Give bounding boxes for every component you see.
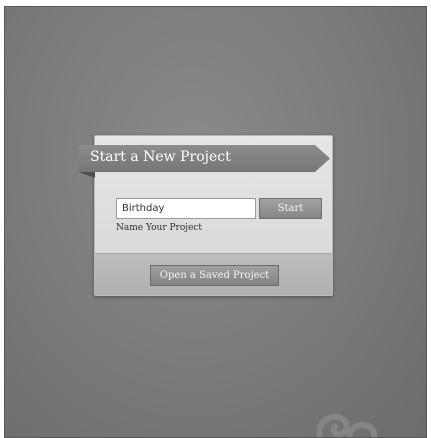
start-button[interactable]: Start xyxy=(259,198,322,219)
project-name-input[interactable] xyxy=(116,198,256,219)
new-project-dialog: Start a New Project Start Name Your Proj… xyxy=(79,135,333,296)
swirl-logo-icon xyxy=(316,413,378,437)
open-saved-project-button[interactable]: Open a Saved Project xyxy=(150,265,279,286)
dialog-title: Start a New Project xyxy=(90,149,231,165)
app-window: Start a New Project Start Name Your Proj… xyxy=(4,6,427,438)
dialog-footer: Open a Saved Project xyxy=(95,253,332,295)
banner-fold xyxy=(79,172,95,178)
dialog-header-banner: Start a New Project xyxy=(79,145,330,172)
project-name-label: Name Your Project xyxy=(116,223,203,233)
